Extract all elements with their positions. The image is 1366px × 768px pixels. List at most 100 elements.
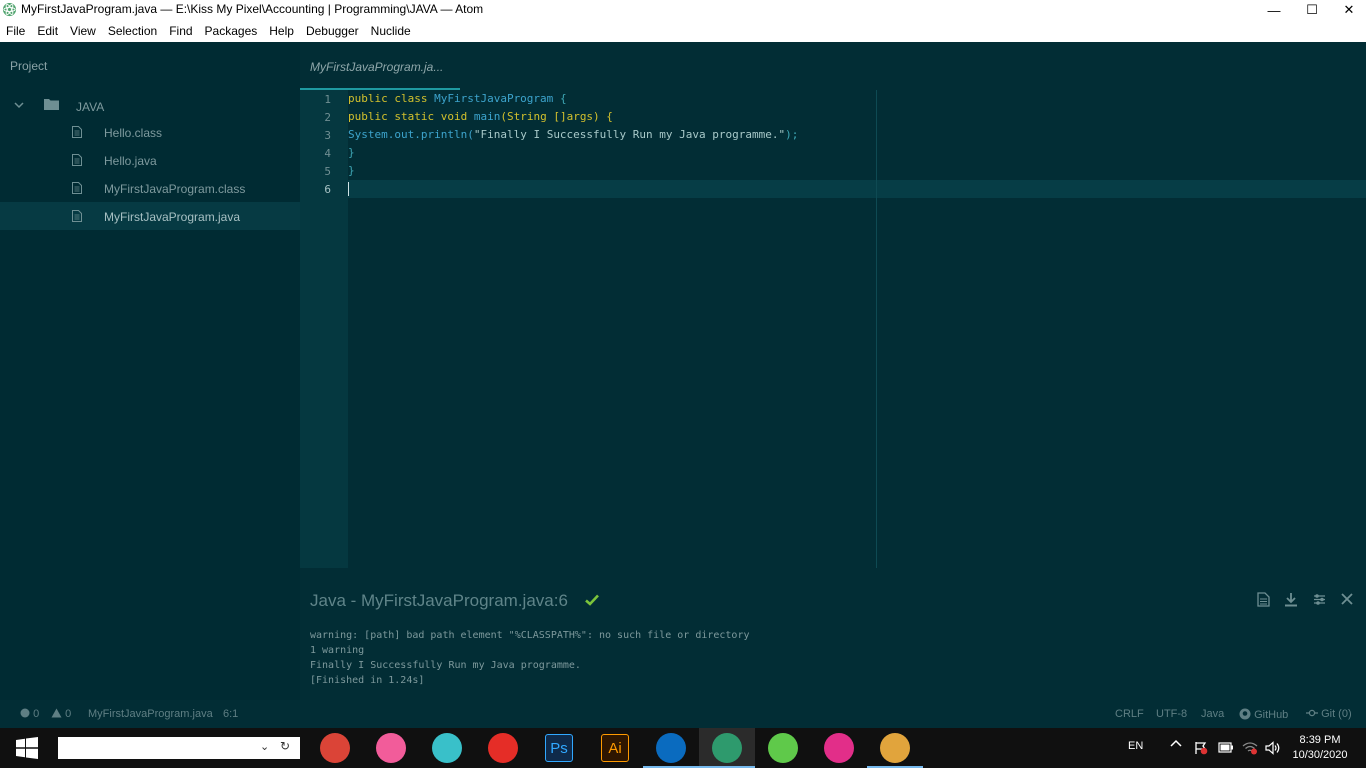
start-button[interactable] xyxy=(0,728,54,768)
code-token: (String []args) { xyxy=(500,110,613,123)
status-bar: 0 0 MyFirstJavaProgram.java 6:1 CRLF UTF… xyxy=(0,700,1366,728)
paint-icon xyxy=(880,733,910,763)
download-icon[interactable] xyxy=(1282,590,1300,608)
tree-file-label: MyFirstJavaProgram.class xyxy=(104,182,246,196)
installer-icon xyxy=(824,733,854,763)
encoding-selector[interactable]: UTF-8 xyxy=(1156,708,1187,720)
tree-file-item[interactable]: MyFirstJavaProgram.java xyxy=(0,202,300,230)
taskbar-app-illustrator[interactable]: Ai xyxy=(587,728,643,768)
menu-find[interactable]: Find xyxy=(169,24,192,38)
menu-nuclide[interactable]: Nuclide xyxy=(371,24,411,38)
text-cursor xyxy=(348,182,349,196)
file-icon xyxy=(72,154,82,166)
taskbar-app-paint[interactable] xyxy=(867,728,923,768)
github-icon xyxy=(1239,708,1251,720)
git-label: Git (0) xyxy=(1321,708,1352,720)
menu-file[interactable]: File xyxy=(6,24,25,38)
window-title: MyFirstJavaProgram.java — E:\Kiss My Pix… xyxy=(21,2,484,16)
chevron-down-icon[interactable] xyxy=(14,100,24,110)
volume-icon[interactable] xyxy=(1265,741,1281,758)
code-line: } xyxy=(348,162,355,180)
tree-file-item[interactable]: MyFirstJavaProgram.class xyxy=(0,174,300,202)
tree-file-label: Hello.class xyxy=(104,126,163,140)
menu-selection[interactable]: Selection xyxy=(108,24,157,38)
menu-edit[interactable]: Edit xyxy=(37,24,58,38)
settings-icon[interactable] xyxy=(1310,590,1328,608)
clock-time: 8:39 PM xyxy=(1299,734,1341,746)
grammar-selector[interactable]: Java xyxy=(1201,708,1224,720)
taskbar-app-installer[interactable] xyxy=(811,728,867,768)
menu-packages[interactable]: Packages xyxy=(205,24,258,38)
project-panel: Project JAVA Hello.class Hello.java MyFirs… xyxy=(0,42,300,700)
code-line: public class MyFirstJavaProgram { xyxy=(348,90,567,108)
clock-date: 10/30/2020 xyxy=(1292,749,1348,761)
file-icon xyxy=(72,182,82,194)
output-line: [Finished in 1.24s] xyxy=(310,675,425,686)
taskbar-app-chrome[interactable] xyxy=(307,728,363,768)
tab-label: MyFirstJavaProgram.ja... xyxy=(310,60,444,74)
close-window-button[interactable]: ✕ xyxy=(1331,0,1366,20)
taskbar-app-vscode[interactable] xyxy=(643,728,699,768)
windows-logo-icon xyxy=(16,737,38,759)
close-panel-icon[interactable] xyxy=(1338,590,1356,608)
error-count[interactable]: 0 xyxy=(20,708,39,720)
atom-logo-icon xyxy=(2,2,17,17)
refresh-icon[interactable]: ↻ xyxy=(280,739,290,753)
code-token: } xyxy=(348,164,355,177)
cursor-line-highlight xyxy=(348,180,1366,198)
error-count-value: 0 xyxy=(33,708,40,720)
window-titlebar: MyFirstJavaProgram.java — E:\Kiss My Pix… xyxy=(0,0,1366,20)
github-button[interactable]: GitHub xyxy=(1239,708,1288,721)
taskbar-app-messages[interactable] xyxy=(755,728,811,768)
tab-myfirstjavaprogram[interactable]: MyFirstJavaProgram.ja... xyxy=(300,42,460,90)
wrap-guide xyxy=(876,90,877,576)
code-token: { xyxy=(559,92,567,105)
line-number: 5 xyxy=(324,165,331,178)
code-editor[interactable]: 1 2 3 4 5 6 public class MyFirstJavaProgram {… xyxy=(300,90,1366,576)
network-icon[interactable] xyxy=(1242,741,1258,758)
flag-icon[interactable] xyxy=(1194,741,1208,758)
taskbar-app-itunes[interactable] xyxy=(363,728,419,768)
code-line: public static void main(String []args) { xyxy=(348,108,613,126)
tree-file-item[interactable]: Hello.class xyxy=(0,118,300,146)
vscode-icon xyxy=(656,733,686,763)
minimize-button[interactable]: — xyxy=(1256,0,1292,20)
menu-view[interactable]: View xyxy=(70,24,96,38)
taskbar-app-video-editor[interactable] xyxy=(419,728,475,768)
menu-help[interactable]: Help xyxy=(269,24,294,38)
taskbar-search-input[interactable]: ⌄ ↻ xyxy=(58,737,300,759)
code-token: MyFirstJavaProgram xyxy=(434,92,560,105)
code-line: } xyxy=(348,144,355,162)
git-button[interactable]: Git (0) xyxy=(1306,708,1352,720)
input-language[interactable]: EN xyxy=(1128,740,1143,752)
menu-bar: File Edit View Selection Find Packages Help Deb… xyxy=(0,20,1366,42)
taskbar-app-atom[interactable] xyxy=(699,728,755,768)
taskbar-app-photoshop[interactable]: Ps xyxy=(531,728,587,768)
project-panel-title: Project xyxy=(10,59,48,73)
tray-chevron-up-icon[interactable] xyxy=(1170,738,1182,753)
tree-file-item[interactable]: Hello.java xyxy=(0,146,300,174)
output-line: 1 warning xyxy=(310,645,365,656)
chevron-down-icon[interactable]: ⌄ xyxy=(260,740,269,753)
code-token: System.out.println( xyxy=(348,128,474,141)
battery-icon[interactable] xyxy=(1218,742,1234,756)
taskbar-app-youtube-music[interactable] xyxy=(475,728,531,768)
warning-count-value: 0 xyxy=(65,708,72,720)
warning-count[interactable]: 0 xyxy=(51,708,71,720)
output-line: Finally I Successfully Run my Java progr… xyxy=(310,660,581,671)
code-line: System.out.println("Finally I Successful… xyxy=(348,126,798,144)
video-editor-icon xyxy=(432,733,462,763)
menu-debugger[interactable]: Debugger xyxy=(306,24,359,38)
status-file-name[interactable]: MyFirstJavaProgram.java xyxy=(88,708,213,720)
git-commit-icon xyxy=(1306,709,1318,717)
line-ending-selector[interactable]: CRLF xyxy=(1115,708,1144,720)
maximize-button[interactable]: ☐ xyxy=(1294,0,1330,20)
warning-icon xyxy=(51,708,62,718)
tree-folder-java[interactable]: JAVA xyxy=(0,94,300,116)
code-token: "Finally I Successfully Run my Java prog… xyxy=(473,128,786,141)
github-label: GitHub xyxy=(1254,709,1289,721)
line-number: 3 xyxy=(324,129,331,142)
system-clock[interactable]: 8:39 PM 10/30/2020 xyxy=(1288,733,1352,763)
copy-output-icon[interactable] xyxy=(1254,590,1272,608)
cursor-position[interactable]: 6:1 xyxy=(223,708,238,720)
